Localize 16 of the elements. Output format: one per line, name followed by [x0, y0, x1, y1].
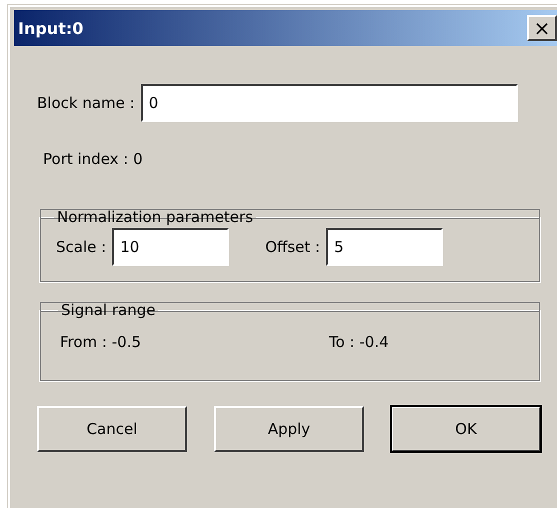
input-field[interactable]: 5	[326, 228, 444, 266]
input-field[interactable]: 10	[112, 228, 230, 266]
group-legend: Signal range	[58, 301, 158, 319]
field-label: Scale :	[56, 238, 106, 256]
group-legend: Normalization parameters	[54, 208, 256, 226]
range-from-text: From : -0.5	[60, 333, 142, 351]
window-title: Input:0	[18, 18, 84, 38]
range-to-text: To : -0.4	[329, 333, 389, 351]
close-button[interactable]: ×	[527, 15, 557, 41]
port-index-text: Port index : 0	[43, 150, 144, 168]
field-label: Block name :	[37, 94, 135, 112]
block-name-field[interactable]: 0	[140, 84, 518, 122]
dialog-button[interactable]: Apply	[214, 406, 364, 452]
dialog-button[interactable]: Cancel	[37, 406, 187, 452]
field-label: Offset :	[265, 238, 320, 256]
dialog-button[interactable]: OK	[391, 406, 541, 452]
